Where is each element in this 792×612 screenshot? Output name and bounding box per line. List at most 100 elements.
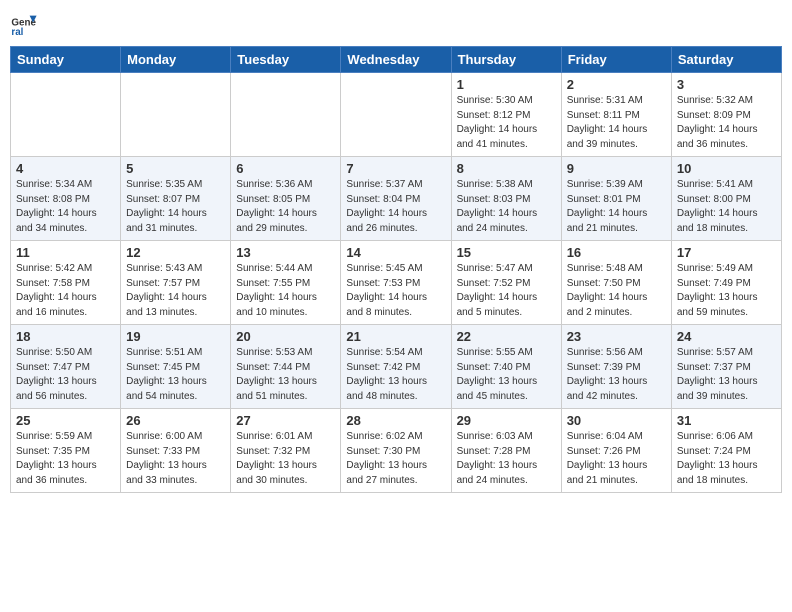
day-number: 16 <box>567 245 666 260</box>
day-info: Sunrise: 5:36 AM Sunset: 8:05 PM Dayligh… <box>236 178 335 236</box>
calendar-cell: 16Sunrise: 5:48 AM Sunset: 7:50 PM Dayli… <box>561 241 671 325</box>
day-number: 21 <box>346 329 445 344</box>
day-info: Sunrise: 6:01 AM Sunset: 7:32 PM Dayligh… <box>236 430 335 488</box>
weekday-header-saturday: Saturday <box>671 47 781 73</box>
day-number: 25 <box>16 413 115 428</box>
calendar-cell: 31 Sunrise: 6:06 AM Sunset: 7:24 PM Dayli… <box>671 409 781 493</box>
calendar-cell: 26 Sunrise: 6:00 AM Sunset: 7:33 PM Dayli… <box>121 409 231 493</box>
weekday-header-monday: Monday <box>121 47 231 73</box>
day-number: 5 <box>126 161 225 176</box>
calendar-body: 1Sunrise: 5:30 AM Sunset: 8:12 PM Daylig… <box>11 73 782 493</box>
day-number: 9 <box>567 161 666 176</box>
calendar-cell: 7 Sunrise: 5:37 AM Sunset: 8:04 PM Daylig… <box>341 157 451 241</box>
day-info: Sunrise: 5:35 AM Sunset: 8:07 PM Dayligh… <box>126 178 225 236</box>
day-number: 15 <box>457 245 556 260</box>
day-number: 29 <box>457 413 556 428</box>
calendar-cell: 22 Sunrise: 5:55 AM Sunset: 7:40 PM Dayli… <box>451 325 561 409</box>
calendar-cell: 17 Sunrise: 5:49 AM Sunset: 7:49 PM Dayli… <box>671 241 781 325</box>
day-number: 28 <box>346 413 445 428</box>
calendar-cell: 20 Sunrise: 5:53 AM Sunset: 7:44 PM Dayli… <box>231 325 341 409</box>
calendar-week-2: 4 Sunrise: 5:34 AM Sunset: 8:08 PM Daylig… <box>11 157 782 241</box>
day-info: Sunrise: 6:02 AM Sunset: 7:30 PM Dayligh… <box>346 430 445 488</box>
calendar-cell: 25 Sunrise: 5:59 AM Sunset: 7:35 PM Dayli… <box>11 409 121 493</box>
day-info: Sunrise: 5:31 AM Sunset: 8:11 PM Dayligh… <box>567 94 666 152</box>
day-info: Sunrise: 5:53 AM Sunset: 7:44 PM Dayligh… <box>236 346 335 404</box>
logo: Gene ral <box>10 10 42 38</box>
weekday-header-friday: Friday <box>561 47 671 73</box>
calendar-cell: 29 Sunrise: 6:03 AM Sunset: 7:28 PM Dayli… <box>451 409 561 493</box>
day-info: Sunrise: 5:43 AM Sunset: 7:57 PM Dayligh… <box>126 262 225 320</box>
page-header: Gene ral <box>10 10 782 38</box>
weekday-row: SundayMondayTuesdayWednesdayThursdayFrid… <box>11 47 782 73</box>
calendar-cell: 8 Sunrise: 5:38 AM Sunset: 8:03 PM Daylig… <box>451 157 561 241</box>
day-info: Sunrise: 5:34 AM Sunset: 8:08 PM Dayligh… <box>16 178 115 236</box>
day-number: 14 <box>346 245 445 260</box>
day-number: 24 <box>677 329 776 344</box>
calendar-cell: 13Sunrise: 5:44 AM Sunset: 7:55 PM Dayli… <box>231 241 341 325</box>
day-info: Sunrise: 5:49 AM Sunset: 7:49 PM Dayligh… <box>677 262 776 320</box>
day-info: Sunrise: 5:54 AM Sunset: 7:42 PM Dayligh… <box>346 346 445 404</box>
calendar-cell: 11 Sunrise: 5:42 AM Sunset: 7:58 PM Dayli… <box>11 241 121 325</box>
day-info: Sunrise: 6:00 AM Sunset: 7:33 PM Dayligh… <box>126 430 225 488</box>
day-number: 8 <box>457 161 556 176</box>
day-info: Sunrise: 5:59 AM Sunset: 7:35 PM Dayligh… <box>16 430 115 488</box>
day-number: 31 <box>677 413 776 428</box>
calendar-cell: 19Sunrise: 5:51 AM Sunset: 7:45 PM Dayli… <box>121 325 231 409</box>
calendar-cell <box>11 73 121 157</box>
day-info: Sunrise: 5:32 AM Sunset: 8:09 PM Dayligh… <box>677 94 776 152</box>
calendar-cell <box>121 73 231 157</box>
day-number: 4 <box>16 161 115 176</box>
calendar-cell: 23Sunrise: 5:56 AM Sunset: 7:39 PM Dayli… <box>561 325 671 409</box>
day-number: 22 <box>457 329 556 344</box>
day-info: Sunrise: 5:55 AM Sunset: 7:40 PM Dayligh… <box>457 346 556 404</box>
calendar-cell: 27Sunrise: 6:01 AM Sunset: 7:32 PM Dayli… <box>231 409 341 493</box>
day-number: 3 <box>677 77 776 92</box>
day-info: Sunrise: 6:06 AM Sunset: 7:24 PM Dayligh… <box>677 430 776 488</box>
day-number: 30 <box>567 413 666 428</box>
weekday-header-wednesday: Wednesday <box>341 47 451 73</box>
calendar-cell: 10Sunrise: 5:41 AM Sunset: 8:00 PM Dayli… <box>671 157 781 241</box>
calendar-header: SundayMondayTuesdayWednesdayThursdayFrid… <box>11 47 782 73</box>
day-info: Sunrise: 5:50 AM Sunset: 7:47 PM Dayligh… <box>16 346 115 404</box>
day-number: 7 <box>346 161 445 176</box>
calendar-cell: 12Sunrise: 5:43 AM Sunset: 7:57 PM Dayli… <box>121 241 231 325</box>
calendar-cell: 2 Sunrise: 5:31 AM Sunset: 8:11 PM Daylig… <box>561 73 671 157</box>
day-info: Sunrise: 5:56 AM Sunset: 7:39 PM Dayligh… <box>567 346 666 404</box>
day-number: 6 <box>236 161 335 176</box>
calendar-cell: 3 Sunrise: 5:32 AM Sunset: 8:09 PM Daylig… <box>671 73 781 157</box>
calendar-cell: 18 Sunrise: 5:50 AM Sunset: 7:47 PM Dayli… <box>11 325 121 409</box>
calendar-week-1: 1Sunrise: 5:30 AM Sunset: 8:12 PM Daylig… <box>11 73 782 157</box>
day-number: 13 <box>236 245 335 260</box>
day-info: Sunrise: 5:38 AM Sunset: 8:03 PM Dayligh… <box>457 178 556 236</box>
calendar-cell: 9 Sunrise: 5:39 AM Sunset: 8:01 PM Daylig… <box>561 157 671 241</box>
day-info: Sunrise: 6:03 AM Sunset: 7:28 PM Dayligh… <box>457 430 556 488</box>
calendar-cell: 21 Sunrise: 5:54 AM Sunset: 7:42 PM Dayli… <box>341 325 451 409</box>
weekday-header-tuesday: Tuesday <box>231 47 341 73</box>
day-number: 20 <box>236 329 335 344</box>
calendar-cell <box>341 73 451 157</box>
day-number: 10 <box>677 161 776 176</box>
calendar-week-5: 25 Sunrise: 5:59 AM Sunset: 7:35 PM Dayli… <box>11 409 782 493</box>
calendar-cell: 30 Sunrise: 6:04 AM Sunset: 7:26 PM Dayli… <box>561 409 671 493</box>
calendar-cell: 4 Sunrise: 5:34 AM Sunset: 8:08 PM Daylig… <box>11 157 121 241</box>
day-number: 2 <box>567 77 666 92</box>
logo-icon: Gene ral <box>10 10 38 38</box>
day-info: Sunrise: 6:04 AM Sunset: 7:26 PM Dayligh… <box>567 430 666 488</box>
calendar-week-3: 11 Sunrise: 5:42 AM Sunset: 7:58 PM Dayli… <box>11 241 782 325</box>
day-info: Sunrise: 5:42 AM Sunset: 7:58 PM Dayligh… <box>16 262 115 320</box>
day-number: 11 <box>16 245 115 260</box>
day-number: 26 <box>126 413 225 428</box>
calendar-cell: 15Sunrise: 5:47 AM Sunset: 7:52 PM Dayli… <box>451 241 561 325</box>
calendar-cell: 14Sunrise: 5:45 AM Sunset: 7:53 PM Dayli… <box>341 241 451 325</box>
calendar-cell <box>231 73 341 157</box>
calendar-table: SundayMondayTuesdayWednesdayThursdayFrid… <box>10 46 782 493</box>
day-info: Sunrise: 5:37 AM Sunset: 8:04 PM Dayligh… <box>346 178 445 236</box>
svg-text:ral: ral <box>11 27 23 38</box>
day-number: 17 <box>677 245 776 260</box>
day-info: Sunrise: 5:39 AM Sunset: 8:01 PM Dayligh… <box>567 178 666 236</box>
calendar-cell: 24Sunrise: 5:57 AM Sunset: 7:37 PM Dayli… <box>671 325 781 409</box>
calendar-cell: 6 Sunrise: 5:36 AM Sunset: 8:05 PM Daylig… <box>231 157 341 241</box>
weekday-header-thursday: Thursday <box>451 47 561 73</box>
day-number: 19 <box>126 329 225 344</box>
day-number: 18 <box>16 329 115 344</box>
